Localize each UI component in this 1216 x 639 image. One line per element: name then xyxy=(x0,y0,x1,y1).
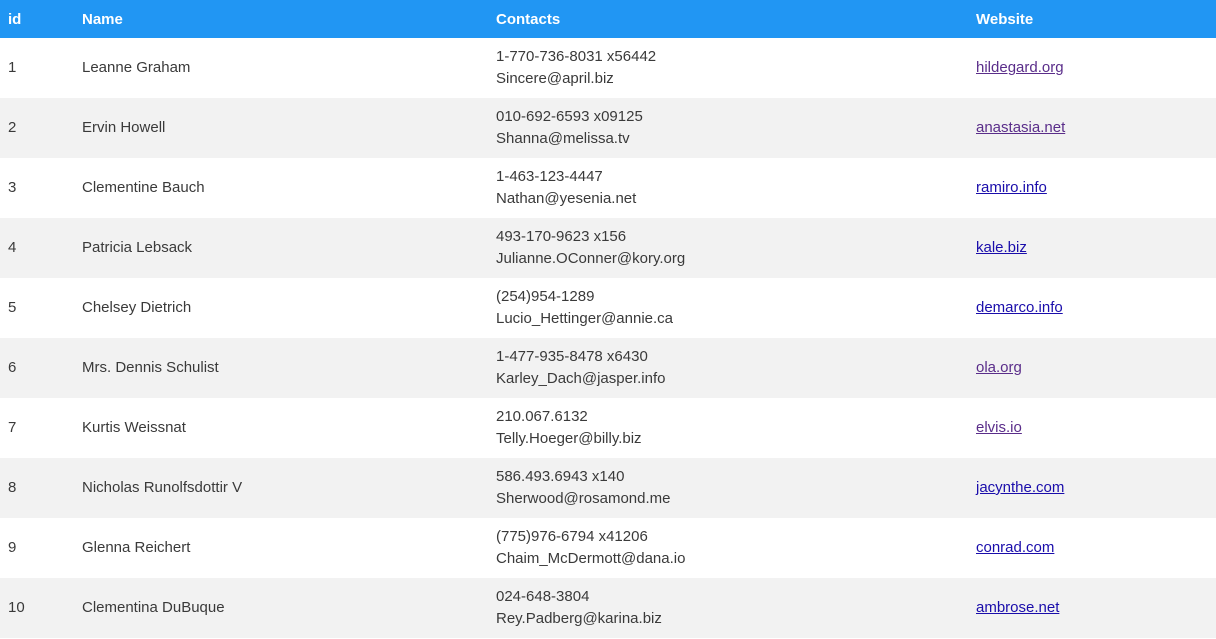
contact-phone: (775)976-6794 x41206 xyxy=(496,528,648,545)
users-table: id Name Contacts Website 1 Leanne Graham 1… xyxy=(0,0,1216,638)
table-row: 9 Glenna Reichert (775)976-6794 x41206 Chai… xyxy=(0,518,1216,578)
website-link[interactable]: kale.biz xyxy=(976,239,1027,256)
website-link[interactable]: ramiro.info xyxy=(976,179,1047,196)
cell-id: 3 xyxy=(8,179,17,196)
cell-contacts: 493-170-9623 x156 Julianne.OConner@kory.o… xyxy=(496,218,976,278)
cell-contacts: 1-463-123-4447 Nathan@yesenia.net xyxy=(496,158,976,218)
website-link[interactable]: conrad.com xyxy=(976,539,1054,556)
table-row: 1 Leanne Graham 1-770-736-8031 x56442 Since… xyxy=(0,38,1216,98)
contact-phone: (254)954-1289 xyxy=(496,288,595,305)
contact-phone: 1-477-935-8478 x6430 xyxy=(496,348,648,365)
cell-name: Nicholas Runolfsdottir V xyxy=(82,458,496,518)
website-link[interactable]: hildegard.org xyxy=(976,59,1064,76)
contact-email: Chaim_McDermott@dana.io xyxy=(496,550,686,567)
cell-contacts: 1-770-736-8031 x56442 Sincere@april.biz xyxy=(496,38,976,98)
cell-website: kale.biz xyxy=(976,218,1216,278)
header-id: id xyxy=(0,0,82,38)
cell-contacts: (775)976-6794 x41206 Chaim_McDermott@dana… xyxy=(496,518,976,578)
cell-name: Clementine Bauch xyxy=(82,179,205,196)
table-header: id Name Contacts Website xyxy=(0,0,1216,38)
cell-name: Glenna Reichert xyxy=(82,539,191,556)
cell-name: Ervin Howell xyxy=(82,98,496,158)
cell-name: Kurtis Weissnat xyxy=(82,419,186,436)
contact-email: Rey.Padberg@karina.biz xyxy=(496,610,662,627)
cell-name: Mrs. Dennis Schulist xyxy=(82,338,496,398)
table-row: 7 Kurtis Weissnat 210.067.6132 Telly.Hoeger… xyxy=(0,398,1216,458)
cell-contacts: 210.067.6132 Telly.Hoeger@billy.biz xyxy=(496,398,976,458)
contact-email: Julianne.OConner@kory.org xyxy=(496,250,686,267)
contact-phone: 1-463-123-4447 xyxy=(496,168,603,185)
website-link[interactable]: anastasia.net xyxy=(976,119,1065,136)
cell-website: demarco.info xyxy=(976,278,1216,338)
contact-phone: 493-170-9623 x156 xyxy=(496,228,627,245)
contact-email: Lucio_Hettinger@annie.ca xyxy=(496,310,674,327)
header-website: Website xyxy=(976,0,1216,38)
cell-contacts: 1-477-935-8478 x6430 Karley_Dach@jasper.i… xyxy=(496,338,976,398)
cell-name: Leanne Graham xyxy=(82,59,191,76)
table-row: 4 Patricia Lebsack 493-170-9623 x156 Julian… xyxy=(0,218,1216,278)
contact-email: Nathan@yesenia.net xyxy=(496,190,637,207)
header-row: id Name Contacts Website xyxy=(0,0,1216,38)
cell-id: 2 xyxy=(0,98,82,158)
contact-phone: 586.493.6943 x140 xyxy=(496,468,625,485)
table-row: 10 Clementina DuBuque 024-648-3804 Rey.Padb… xyxy=(0,578,1216,638)
table-row: 8 Nicholas Runolfsdottir V 586.493.6943 x1… xyxy=(0,458,1216,518)
website-link[interactable]: elvis.io xyxy=(976,419,1022,436)
cell-id: 5 xyxy=(8,299,17,316)
cell-contacts: 024-648-3804 Rey.Padberg@karina.biz xyxy=(496,578,976,638)
website-link[interactable]: jacynthe.com xyxy=(976,479,1064,496)
contact-phone: 010-692-6593 x09125 xyxy=(496,108,643,125)
cell-id: 9 xyxy=(8,539,17,556)
cell-website: anastasia.net xyxy=(976,98,1216,158)
cell-name: Patricia Lebsack xyxy=(82,218,496,278)
cell-contacts: 010-692-6593 x09125 Shanna@melissa.tv xyxy=(496,98,976,158)
header-contacts: Contacts xyxy=(496,0,976,38)
website-link[interactable]: ambrose.net xyxy=(976,599,1059,616)
contact-phone: 1-770-736-8031 x56442 xyxy=(496,48,657,65)
cell-website: conrad.com xyxy=(976,518,1216,578)
cell-id: 4 xyxy=(0,218,82,278)
contact-email: Karley_Dach@jasper.info xyxy=(496,370,666,387)
contact-email: Shanna@melissa.tv xyxy=(496,130,630,147)
cell-website: elvis.io xyxy=(976,398,1216,458)
contact-phone: 210.067.6132 xyxy=(496,408,588,425)
table-row: 3 Clementine Bauch 1-463-123-4447 Nathan@ye… xyxy=(0,158,1216,218)
cell-website: jacynthe.com xyxy=(976,458,1216,518)
cell-id: 10 xyxy=(0,578,82,638)
website-link[interactable]: demarco.info xyxy=(976,299,1063,316)
table-row: 2 Ervin Howell 010-692-6593 x09125 Shanna@m… xyxy=(0,98,1216,158)
cell-website: ramiro.info xyxy=(976,158,1216,218)
cell-website: hildegard.org xyxy=(976,38,1216,98)
cell-id: 8 xyxy=(0,458,82,518)
cell-website: ambrose.net xyxy=(976,578,1216,638)
contact-email: Sincere@april.biz xyxy=(496,70,614,87)
table-body: 1 Leanne Graham 1-770-736-8031 x56442 Since… xyxy=(0,38,1216,638)
cell-contacts: (254)954-1289 Lucio_Hettinger@annie.ca xyxy=(496,278,976,338)
cell-id: 7 xyxy=(8,419,17,436)
cell-id: 1 xyxy=(8,59,17,76)
table-row: 6 Mrs. Dennis Schulist 1-477-935-8478 x643… xyxy=(0,338,1216,398)
cell-website: ola.org xyxy=(976,338,1216,398)
contact-email: Sherwood@rosamond.me xyxy=(496,490,671,507)
website-link[interactable]: ola.org xyxy=(976,359,1022,376)
contact-email: Telly.Hoeger@billy.biz xyxy=(496,430,642,447)
cell-id: 6 xyxy=(0,338,82,398)
table-row: 5 Chelsey Dietrich (254)954-1289 Lucio_Hett… xyxy=(0,278,1216,338)
contact-phone: 024-648-3804 xyxy=(496,588,590,605)
cell-name: Clementina DuBuque xyxy=(82,578,496,638)
cell-name: Chelsey Dietrich xyxy=(82,299,192,316)
cell-contacts: 586.493.6943 x140 Sherwood@rosamond.me xyxy=(496,458,976,518)
header-name: Name xyxy=(82,0,496,38)
